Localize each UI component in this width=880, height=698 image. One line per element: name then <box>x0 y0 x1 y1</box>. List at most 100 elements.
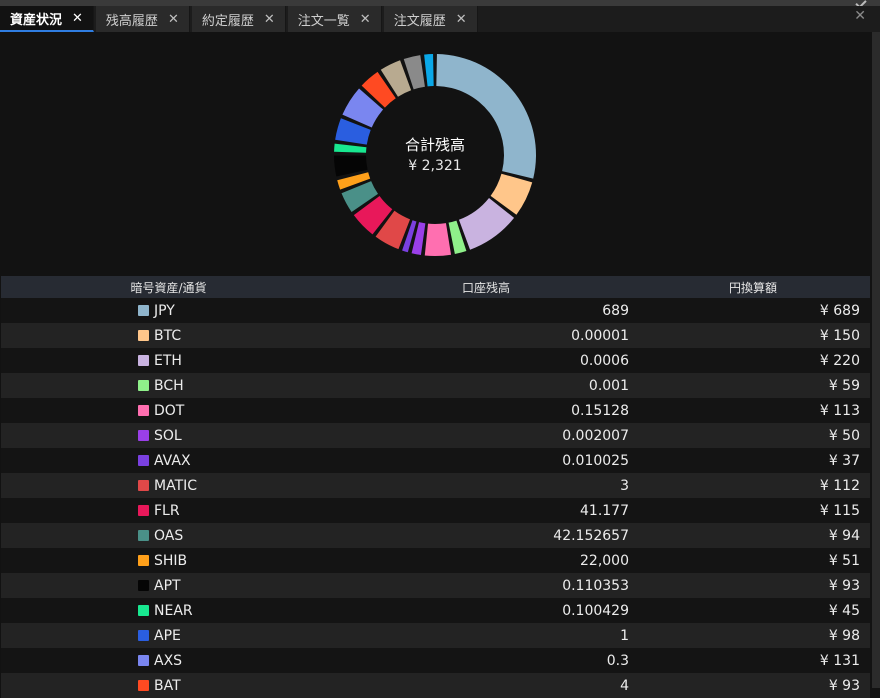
table-row[interactable]: BTC 0.00001 ¥ 150 <box>1 323 870 348</box>
color-swatch <box>138 655 149 666</box>
donut-center-title: 合計残高 <box>404 136 465 154</box>
asset-table: 暗号資産/通貨 口座残高 円換算額 JPY 689 ¥ 689 BTC 0.00001 ¥… <box>1 276 870 698</box>
tab-label: 約定履歴 <box>201 13 254 29</box>
table-row[interactable]: MATIC 3 ¥ 112 <box>1 473 870 498</box>
tab-close-icon[interactable]: ✕ <box>456 12 467 27</box>
donut-svg <box>334 54 536 256</box>
jpy-value-cell: ¥ 50 <box>828 427 860 444</box>
asset-symbol: BCH <box>154 377 184 394</box>
balance-cell: 0.15128 <box>571 402 629 419</box>
jpy-value-cell: ¥ 51 <box>828 552 860 569</box>
asset-cell: NEAR <box>1 603 336 619</box>
jpy-value-cell: ¥ 131 <box>819 652 860 669</box>
asset-cell: AXS <box>1 653 336 669</box>
tab-4[interactable]: 注文履歴 ✕ <box>383 6 478 32</box>
jpy-value-cell: ¥ 37 <box>828 452 860 469</box>
jpy-value-cell: ¥ 93 <box>828 577 860 594</box>
table-row[interactable]: OAS 42.152657 ¥ 94 <box>1 523 870 548</box>
jpy-value-cell: ¥ 45 <box>828 602 860 619</box>
color-swatch <box>138 380 149 391</box>
tab-close-icon[interactable]: ✕ <box>72 11 83 26</box>
asset-cell: BAT <box>1 678 336 694</box>
tab-2[interactable]: 約定履歴 ✕ <box>191 6 286 32</box>
table-row[interactable]: BAT 4 ¥ 93 <box>1 673 870 698</box>
scrollbar[interactable] <box>872 32 880 688</box>
table-row[interactable]: AXS 0.3 ¥ 131 <box>1 648 870 673</box>
asset-symbol: MATIC <box>154 477 198 494</box>
header-asset[interactable]: 暗号資産/通貨 <box>1 279 336 296</box>
asset-symbol: JPY <box>154 302 175 319</box>
table-header: 暗号資産/通貨 口座残高 円換算額 <box>1 276 870 298</box>
jpy-value-cell: ¥ 93 <box>828 677 860 694</box>
asset-cell: BTC <box>1 328 336 344</box>
color-swatch <box>138 455 149 466</box>
asset-symbol: DOT <box>154 402 185 419</box>
asset-symbol: APT <box>154 577 181 594</box>
tab-1[interactable]: 残高履歴 ✕ <box>95 6 190 32</box>
asset-symbol: SHIB <box>154 552 188 569</box>
donut-segment-extra-2[interactable] <box>424 54 434 87</box>
asset-cell: APE <box>1 628 336 644</box>
tab-label: 資産状況 <box>10 12 63 28</box>
balance-cell: 0.0006 <box>580 352 629 369</box>
color-swatch <box>138 630 149 641</box>
table-row[interactable]: DOT 0.15128 ¥ 113 <box>1 398 870 423</box>
balance-cell: 0.001 <box>588 377 629 394</box>
color-swatch <box>138 580 149 591</box>
jpy-value-cell: ¥ 98 <box>828 627 860 644</box>
table-row[interactable]: BCH 0.001 ¥ 59 <box>1 373 870 398</box>
balance-cell: 42.152657 <box>553 527 629 544</box>
asset-donut-chart: 合計残高 ¥ 2,321 <box>330 50 540 260</box>
asset-symbol: OAS <box>154 527 184 544</box>
table-row[interactable]: FLR 41.177 ¥ 115 <box>1 498 870 523</box>
jpy-value-cell: ¥ 113 <box>819 402 860 419</box>
asset-symbol: AXS <box>154 652 183 669</box>
table-row[interactable]: APE 1 ¥ 98 <box>1 623 870 648</box>
asset-symbol: BTC <box>154 327 182 344</box>
jpy-value-cell: ¥ 112 <box>819 477 860 494</box>
table-row[interactable]: NEAR 0.100429 ¥ 45 <box>1 598 870 623</box>
tab-label: 残高履歴 <box>105 13 158 29</box>
balance-cell: 1 <box>620 627 629 644</box>
color-swatch <box>138 555 149 566</box>
tab-close-icon[interactable]: ✕ <box>168 12 179 27</box>
donut-center-total: ¥ 2,321 <box>408 158 462 174</box>
balance-cell: 0.100429 <box>562 602 629 619</box>
asset-symbol: APE <box>154 627 181 644</box>
asset-cell: DOT <box>1 403 336 419</box>
color-swatch <box>138 330 149 341</box>
balance-cell: 0.110353 <box>562 577 629 594</box>
tab-close-icon[interactable]: ✕ <box>264 12 275 27</box>
balance-cell: 4 <box>620 677 629 694</box>
color-swatch <box>138 405 149 416</box>
table-row[interactable]: ETH 0.0006 ¥ 220 <box>1 348 870 373</box>
header-jpy-value[interactable]: 円換算額 <box>636 279 870 296</box>
asset-cell: APT <box>1 578 336 594</box>
donut-segment-dot[interactable] <box>424 223 452 256</box>
color-swatch <box>138 505 149 516</box>
table-row[interactable]: SOL 0.002007 ¥ 50 <box>1 423 870 448</box>
header-balance[interactable]: 口座残高 <box>336 279 636 296</box>
balance-cell: 3 <box>620 477 629 494</box>
asset-symbol: ETH <box>154 352 182 369</box>
table-row[interactable]: JPY 689 ¥ 689 <box>1 298 870 323</box>
asset-cell: FLR <box>1 503 336 519</box>
balance-cell: 0.002007 <box>562 427 629 444</box>
asset-cell: AVAX <box>1 453 336 469</box>
table-row[interactable]: AVAX 0.010025 ¥ 37 <box>1 448 870 473</box>
tab-close-icon[interactable]: ✕ <box>360 12 371 27</box>
table-row[interactable]: SHIB 22,000 ¥ 51 <box>1 548 870 573</box>
panel-close-icon[interactable]: ✕ <box>854 8 866 24</box>
balance-cell: 0.3 <box>606 652 629 669</box>
asset-cell: BCH <box>1 378 336 394</box>
table-row[interactable]: APT 0.110353 ¥ 93 <box>1 573 870 598</box>
tab-0[interactable]: 資産状況 ✕ <box>0 6 94 32</box>
asset-symbol: BAT <box>154 677 181 694</box>
color-swatch <box>138 605 149 616</box>
asset-symbol: FLR <box>154 502 180 519</box>
tab-bar: 資産状況 ✕ 残高履歴 ✕ 約定履歴 ✕ 注文一覧 ✕ 注文履歴 ✕ <box>0 6 880 32</box>
color-swatch <box>138 430 149 441</box>
tab-3[interactable]: 注文一覧 ✕ <box>287 6 382 32</box>
color-swatch <box>138 305 149 316</box>
asset-cell: SOL <box>1 428 336 444</box>
